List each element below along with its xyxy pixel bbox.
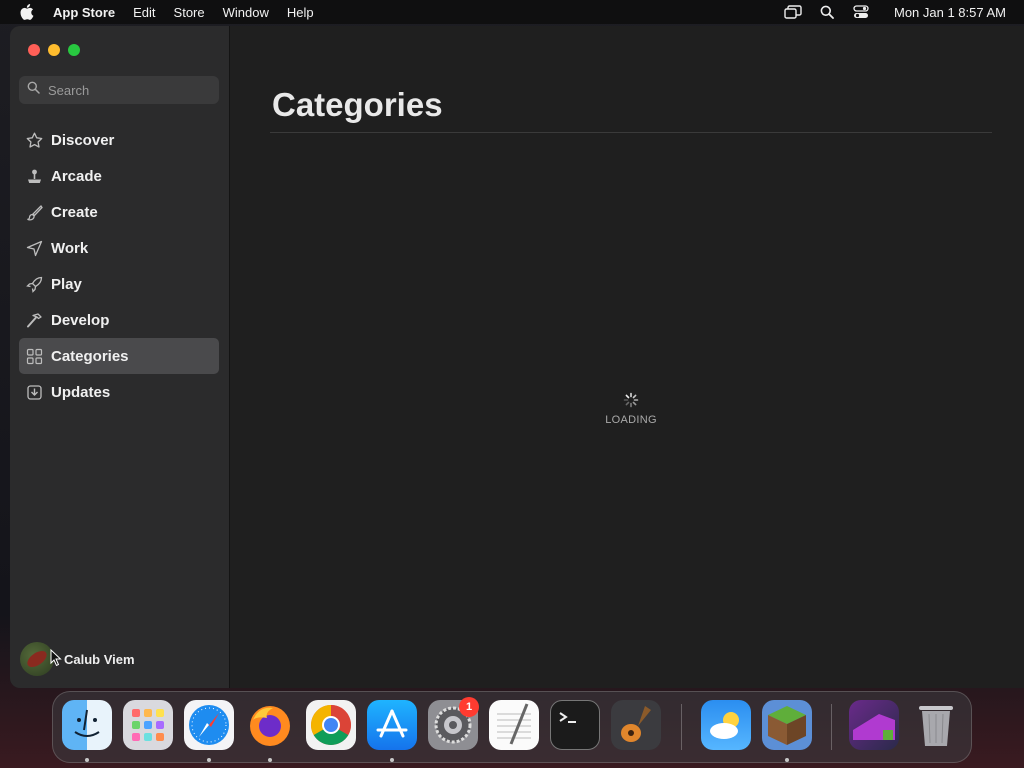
running-indicator (390, 758, 394, 762)
trash-icon[interactable] (913, 700, 963, 750)
brush-icon (25, 203, 43, 221)
close-window-button[interactable] (28, 44, 40, 56)
download-icon (25, 383, 43, 401)
dock-separator (681, 704, 682, 750)
rocket-icon (25, 275, 43, 293)
joystick-icon (25, 167, 43, 185)
star-icon (25, 131, 43, 149)
sidebar-item-label: Develop (51, 311, 110, 329)
sidebar-item-develop[interactable]: Develop (19, 302, 219, 338)
menu-clock[interactable]: Mon Jan 1 8:57 AM (894, 5, 1006, 20)
sidebar-item-arcade[interactable]: Arcade (19, 158, 219, 194)
minimize-window-button[interactable] (48, 44, 60, 56)
photo-thumbnail-icon[interactable] (849, 700, 899, 750)
menu-help[interactable]: Help (287, 5, 314, 20)
sidebar-item-label: Arcade (51, 167, 102, 185)
sidebar-item-play[interactable]: Play (19, 266, 219, 302)
spinner-icon (623, 392, 639, 408)
sidebar-item-discover[interactable]: Discover (19, 122, 219, 158)
running-indicator (785, 758, 789, 762)
menu-store[interactable]: Store (174, 5, 205, 20)
running-indicator (85, 758, 89, 762)
sidebar-nav: Discover Arcade Create Work Play Develop… (19, 122, 219, 410)
dock-separator (831, 704, 832, 750)
dock: 1 (52, 691, 972, 763)
sidebar-item-categories[interactable]: Categories (19, 338, 219, 374)
sidebar: Discover Arcade Create Work (10, 26, 230, 688)
sidebar-item-work[interactable]: Work (19, 230, 219, 266)
menu-window[interactable]: Window (223, 5, 269, 20)
sidebar-item-label: Create (51, 203, 98, 221)
minecraft-icon[interactable] (762, 700, 812, 750)
terminal-icon[interactable] (550, 700, 600, 750)
search-icon (27, 81, 40, 99)
title-divider (270, 132, 992, 133)
loading-label: LOADING (605, 414, 657, 426)
sidebar-item-label: Work (51, 239, 89, 257)
weather-icon[interactable] (701, 700, 751, 750)
sidebar-item-label: Play (51, 275, 82, 293)
paper-plane-icon (25, 239, 43, 257)
launchpad-icon[interactable] (123, 700, 173, 750)
user-name: Calub Viem (64, 651, 135, 667)
app-store-window: Discover Arcade Create Work (10, 26, 1024, 688)
grid-icon (25, 347, 43, 365)
search-box[interactable] (19, 76, 219, 104)
chrome-icon[interactable] (306, 700, 356, 750)
maximize-window-button[interactable] (68, 44, 80, 56)
menu-bar: App Store Edit Store Window Help Mon Jan… (0, 0, 1024, 24)
screen-mirroring-icon[interactable] (784, 3, 802, 21)
sidebar-item-label: Categories (51, 347, 129, 365)
search-input[interactable] (48, 82, 208, 98)
running-indicator (268, 758, 272, 762)
spotlight-search-icon[interactable] (818, 3, 836, 21)
avatar[interactable] (20, 642, 54, 676)
safari-icon[interactable] (184, 700, 234, 750)
finder-icon[interactable] (62, 700, 112, 750)
running-indicator (207, 758, 211, 762)
app-store-icon[interactable] (367, 700, 417, 750)
mouse-cursor-icon (50, 648, 62, 672)
menu-edit[interactable]: Edit (133, 5, 155, 20)
main-content: Categories LOADING (230, 26, 1024, 688)
user-account[interactable]: Calub Viem (20, 642, 135, 676)
sidebar-item-label: Discover (51, 131, 115, 149)
notification-badge: 1 (459, 697, 479, 717)
menu-app-name[interactable]: App Store (53, 5, 115, 20)
control-center-icon[interactable] (852, 3, 870, 21)
textedit-icon[interactable] (489, 700, 539, 750)
sidebar-item-create[interactable]: Create (19, 194, 219, 230)
sidebar-item-updates[interactable]: Updates (19, 374, 219, 410)
apple-menu-icon[interactable] (17, 2, 37, 22)
garageband-icon[interactable] (611, 700, 661, 750)
hammer-icon (25, 311, 43, 329)
window-controls (28, 44, 80, 56)
firefox-icon[interactable] (245, 700, 295, 750)
page-title: Categories (272, 86, 443, 123)
loading-indicator: LOADING (602, 392, 660, 426)
sidebar-item-label: Updates (51, 383, 111, 401)
